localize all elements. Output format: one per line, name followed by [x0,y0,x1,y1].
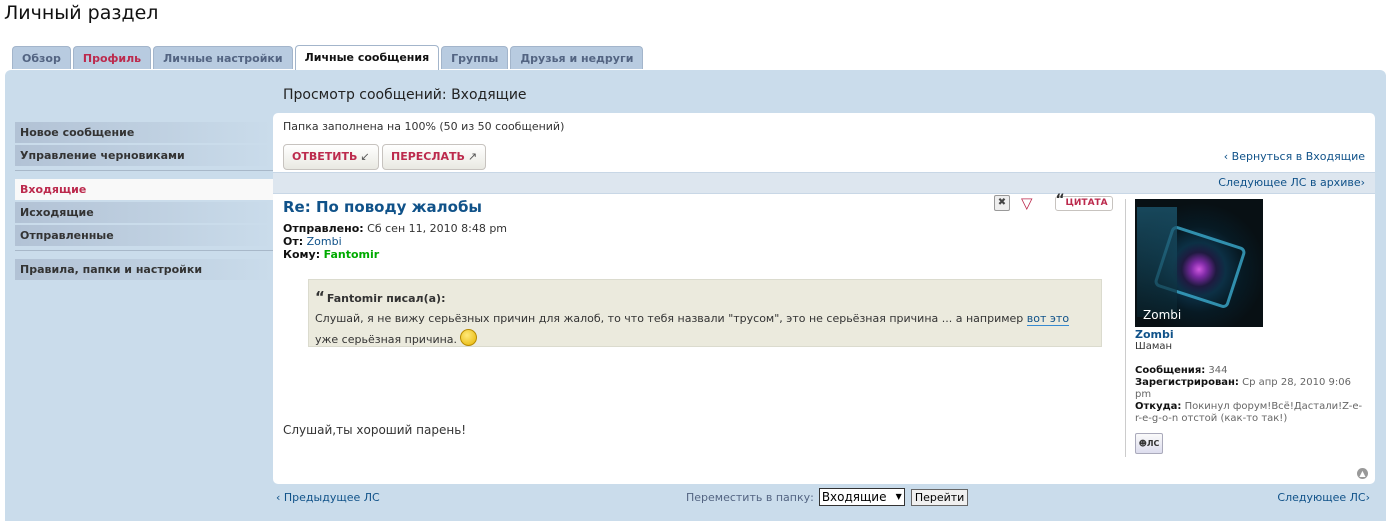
pm-button[interactable]: ☻ЛС [1135,433,1163,454]
quote-block: “Fantomir писал(а): Слушай, я не вижу се… [308,279,1102,347]
wink-smiley-icon [460,329,478,346]
to-line: Кому: Fantomir [283,248,507,261]
page-title: Личный раздел [4,2,159,24]
folder-select[interactable]: Входящие [818,488,905,506]
sidebar-item-outbox[interactable]: Исходящие [15,202,273,223]
sidebar-divider [15,250,273,251]
delete-icon[interactable]: ✖ [994,195,1010,211]
location-line: Откуда: Покинул форум!Всё!Дастали!Z-e-r-… [1135,401,1369,425]
user-icon: ☻ [1138,439,1147,448]
tab-personal-settings[interactable]: Личные настройки [153,46,293,69]
chevron-right-icon: › [1360,176,1365,189]
profile-divider [1125,199,1126,457]
reply-arrow-icon: ↙ [360,150,370,163]
user-rank: Шаман [1135,341,1173,352]
archive-bar: Следующее ЛС в архиве› [273,172,1375,194]
reply-button-label: ОТВЕТИТЬ [292,150,358,163]
quote-button[interactable]: ЦИТАТА [1054,194,1113,211]
avatar-caption: Zombi [1143,308,1182,322]
username-link[interactable]: Zombi [1135,329,1369,341]
sidebar: Новое сообщение Управление черновиками В… [15,122,273,282]
next-pm-link[interactable]: Следующее ЛС› [1277,491,1370,504]
content-title: Просмотр сообщений: Входящие [283,87,527,103]
to-user-link[interactable]: Fantomir [324,248,380,261]
sidebar-item-sent[interactable]: Отправленные [15,225,273,246]
tab-friends-foes[interactable]: Друзья и недруги [510,46,644,69]
avatar: Zombi [1135,199,1263,327]
reply-button[interactable]: ОТВЕТИТЬ ↙ [283,144,379,170]
quote-text-block: Слушай, я не вижу серьёзных причин для ж… [315,308,1095,350]
quote-header: “Fantomir писал(а): [315,288,1095,306]
quote-mark-icon: “ [315,288,325,306]
from-label: От: [283,235,304,248]
tab-bar: Обзор Профиль Личные настройки Личные со… [12,45,644,70]
to-label: Кому: [283,248,321,261]
forward-arrow-icon: ↗ [467,150,478,163]
location-label: Откуда: [1135,401,1182,412]
report-warning-icon[interactable]: ▽ [1021,196,1033,211]
sidebar-item-rules[interactable]: Правила, папки и настройки [15,259,273,280]
quote-author: Fantomir писал(а): [326,292,446,305]
pm-button-label: ЛС [1146,439,1160,448]
chevron-right-icon: › [1365,491,1370,504]
sent-line: Отправлено: Сб сен 11, 2010 8:48 pm [283,222,507,235]
sidebar-item-inbox[interactable]: Входящие [15,179,273,200]
posts-value: 344 [1208,365,1228,376]
post-meta: Отправлено: Сб сен 11, 2010 8:48 pm От: … [283,222,507,261]
tab-private-messages[interactable]: Личные сообщения [294,45,440,70]
profile-details: Сообщения: 344 Зарегистрирован: Ср апр 2… [1135,365,1369,425]
tab-overview[interactable]: Обзор [12,46,71,69]
quote-link[interactable]: вот это [1026,312,1070,326]
from-user-link[interactable]: Zombi [307,235,342,248]
back-to-top-icon[interactable]: ▲ [1357,468,1368,479]
profile-username: Zombi Шаман [1135,329,1369,353]
next-pm-label: Следующее ЛС [1277,491,1366,504]
move-to-folder: Переместить в папку: Входящие Перейти [686,488,969,506]
sent-label: Отправлено: [283,222,364,235]
next-in-archive-link[interactable]: Следующее ЛС в архиве› [1218,176,1365,189]
tab-groups[interactable]: Группы [441,46,509,69]
message-view: Папка заполнена на 100% (50 из 50 сообще… [273,113,1375,484]
archive-link-label: Следующее ЛС в архиве [1218,176,1361,189]
registered-line: Зарегистрирован: Ср апр 28, 2010 9:06 pm [1135,377,1369,401]
prev-pm-label: Предыдущее ЛС [283,491,380,504]
quote-tail: уже серьёзная причина. [315,333,458,346]
sidebar-item-drafts[interactable]: Управление черновиками [15,145,273,166]
move-label: Переместить в папку: [686,490,814,504]
sidebar-divider [15,170,273,171]
post-body: Слушай,ты хороший парень! [283,423,467,437]
forward-button[interactable]: ПЕРЕСЛАТЬ ↗ [382,144,487,170]
chevron-left-icon: ‹ [276,491,284,504]
registered-label: Зарегистрирован: [1135,377,1239,388]
chevron-left-icon: ‹ [1223,150,1232,163]
post-actions: ✖ ▽ ЦИТАТА [994,194,1113,211]
from-line: От: Zombi [283,235,507,248]
sent-value: Сб сен 11, 2010 8:48 pm [367,222,508,235]
prev-pm-link[interactable]: ‹ Предыдущее ЛС [276,491,380,504]
forward-button-label: ПЕРЕСЛАТЬ [391,150,465,163]
return-link-label: Вернуться в Входящие [1231,150,1365,163]
sidebar-item-new-message[interactable]: Новое сообщение [15,122,273,143]
posts-label: Сообщения: [1135,365,1206,376]
go-button[interactable]: Перейти [910,488,969,506]
post-title[interactable]: Re: По поводу жалобы [283,198,482,216]
return-to-inbox-link[interactable]: ‹ Вернуться в Входящие [1224,150,1365,163]
posts-line: Сообщения: 344 [1135,365,1369,377]
tab-profile[interactable]: Профиль [72,46,152,69]
quote-text: Слушай, я не вижу серьёзных причин для ж… [315,312,1024,325]
folder-fill-info: Папка заполнена на 100% (50 из 50 сообще… [283,120,565,133]
